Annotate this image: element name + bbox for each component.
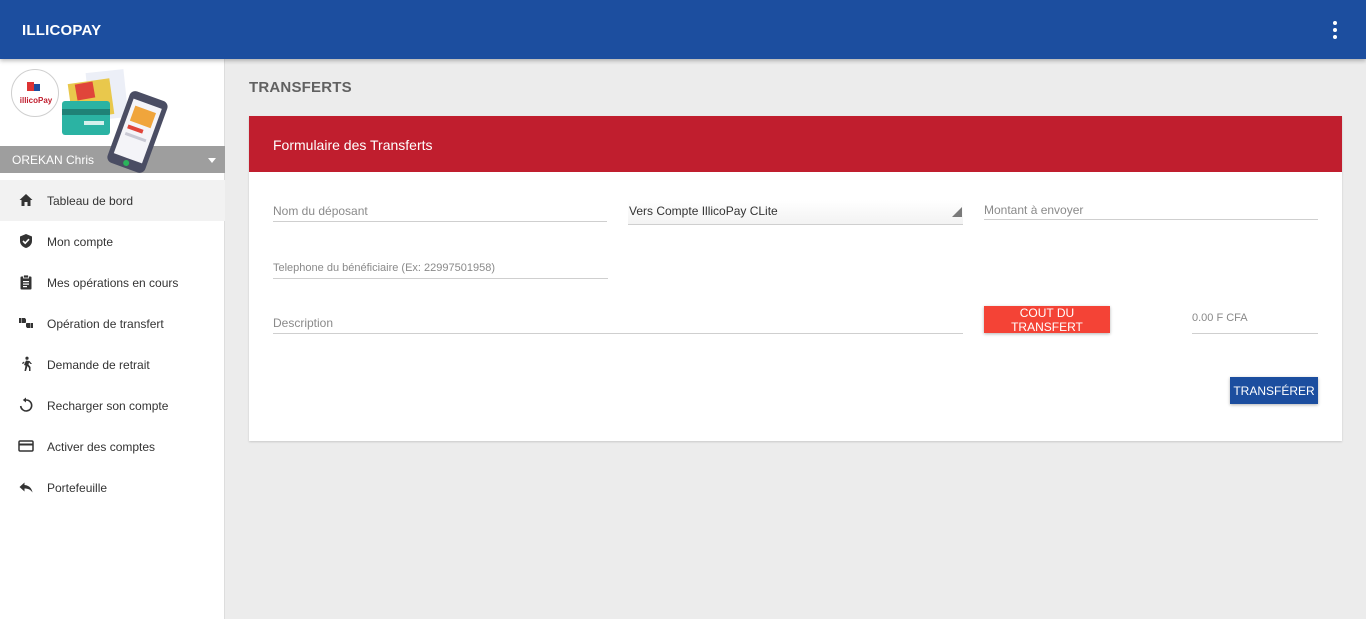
transfer-submit-button[interactable]: TRANSFÉRER xyxy=(1230,377,1318,404)
sidebar-item-activate-accounts[interactable]: Activer des comptes xyxy=(0,426,225,467)
user-menu[interactable]: OREKAN Chris xyxy=(0,146,225,173)
sidebar-item-label: Mes opérations en cours xyxy=(47,276,179,290)
user-name: OREKAN Chris xyxy=(12,153,95,167)
sidebar-item-label: Mon compte xyxy=(47,235,114,249)
sidebar-item-label: Tableau de bord xyxy=(47,194,134,208)
profile-banner: illicoPay OREKAN Chris xyxy=(0,59,225,174)
sidebar-item-label: Opération de transfert xyxy=(47,317,164,331)
sidebar-item-wallet[interactable]: Portefeuille xyxy=(0,467,225,508)
sidebar-item-label: Activer des comptes xyxy=(47,440,156,454)
account-type-selected: Vers Compte IllicoPay CLite xyxy=(629,204,778,218)
more-options-icon[interactable] xyxy=(1327,19,1343,41)
transfer-form-card: Formulaire des Transferts Vers Compte Il… xyxy=(249,116,1342,441)
shield-check-icon xyxy=(20,234,32,248)
top-app-bar: ILLICOPAY xyxy=(0,0,1366,59)
sidebar: illicoPay OREKAN Chris Tableau de bord M… xyxy=(0,59,225,619)
select-arrow-icon xyxy=(952,207,962,217)
depositor-name-input[interactable] xyxy=(273,200,607,222)
sidebar-item-transfer[interactable]: Opération de transfert xyxy=(0,303,225,344)
transfer-cost-value: 0.00 F CFA xyxy=(1192,312,1318,334)
sidebar-item-pending-operations[interactable]: Mes opérations en cours xyxy=(0,262,225,303)
sidebar-item-dashboard[interactable]: Tableau de bord xyxy=(0,180,225,221)
sidebar-item-label: Demande de retrait xyxy=(47,358,150,372)
illicopay-logo: illicoPay xyxy=(11,69,59,117)
card-header: Formulaire des Transferts xyxy=(249,116,1342,172)
description-input[interactable] xyxy=(273,312,963,334)
sidebar-item-withdrawal[interactable]: Demande de retrait xyxy=(0,344,225,385)
walking-person-icon xyxy=(22,356,32,371)
refresh-icon xyxy=(19,397,33,412)
transfer-cost-button[interactable]: COUT DU TRANSFERT xyxy=(984,306,1110,334)
app-title: ILLICOPAY xyxy=(22,22,102,39)
amount-input[interactable] xyxy=(984,200,1318,220)
home-icon xyxy=(19,194,33,206)
sidebar-nav: Tableau de bord Mon compte Mes opération… xyxy=(0,180,225,508)
beneficiary-phone-input[interactable] xyxy=(273,257,608,279)
credit-card-icon xyxy=(18,440,34,452)
sidebar-item-account[interactable]: Mon compte xyxy=(0,221,225,262)
page-title: TRANSFERTS xyxy=(249,79,352,96)
logo-text: illicoPay xyxy=(20,96,53,105)
sidebar-item-label: Portefeuille xyxy=(47,481,108,495)
reply-icon xyxy=(19,482,33,493)
sidebar-item-label: Recharger son compte xyxy=(47,399,169,413)
chevron-down-icon xyxy=(208,158,216,163)
account-type-select[interactable]: Vers Compte IllicoPay CLite xyxy=(628,200,963,225)
form-title: Formulaire des Transferts xyxy=(273,137,433,153)
clipboard-icon xyxy=(20,274,32,290)
thumbs-transfer-icon xyxy=(19,318,33,328)
sidebar-item-recharge[interactable]: Recharger son compte xyxy=(0,385,225,426)
